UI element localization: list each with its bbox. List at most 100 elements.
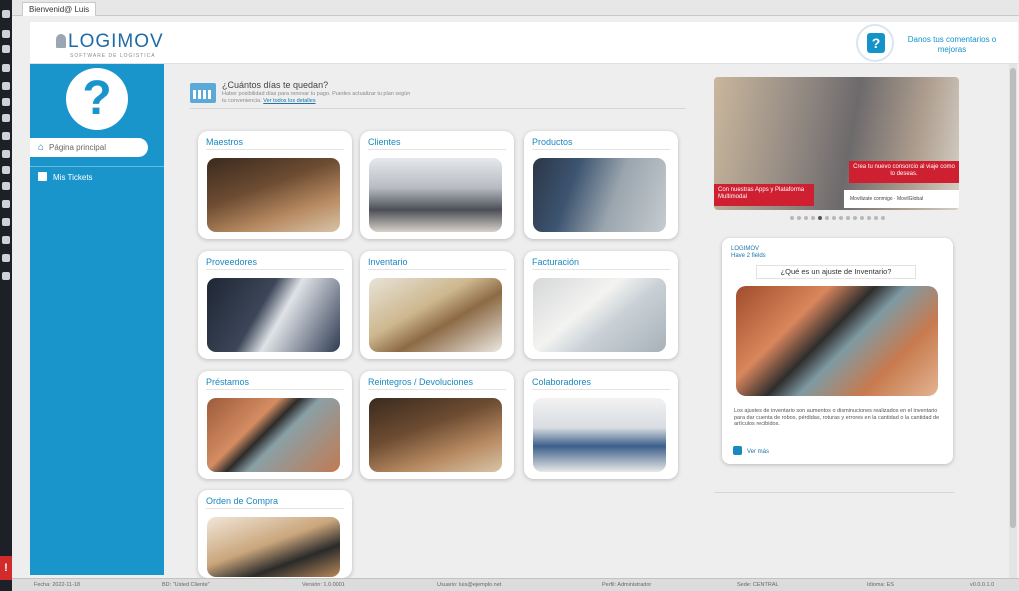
status-profile: Perfil: Administrador — [602, 582, 652, 588]
carousel-dot[interactable] — [853, 216, 857, 220]
menu-icon[interactable] — [2, 10, 10, 18]
carousel-dot[interactable] — [818, 216, 822, 220]
carousel-dot[interactable] — [874, 216, 878, 220]
carousel-dot[interactable] — [790, 216, 794, 220]
module-card-inventario[interactable]: Inventario — [360, 251, 514, 359]
card-title: Préstamos — [206, 377, 344, 390]
module-card-orden-compra[interactable]: Orden de Compra — [198, 490, 352, 578]
printer-icon[interactable] — [2, 200, 10, 208]
user-icon[interactable] — [2, 30, 10, 38]
card-title: Productos — [532, 137, 670, 150]
faq-card: LOGIMOV Have 2 fields ¿Qué es un ajuste d… — [722, 238, 953, 464]
logo[interactable]: LOGIMOV — [56, 31, 164, 53]
vertical-toolbar: ! — [0, 0, 12, 591]
sidebar-item-label: Mis Tickets — [53, 173, 93, 182]
card-image — [207, 398, 340, 472]
faq-brand-name: LOGIMOV — [731, 246, 760, 252]
module-card-productos[interactable]: Productos — [524, 131, 678, 239]
card-image — [533, 158, 666, 232]
flag-icon[interactable] — [2, 182, 10, 190]
carousel-dot[interactable] — [846, 216, 850, 220]
scrollbar-thumb[interactable] — [1010, 68, 1016, 528]
tools-icon[interactable] — [2, 218, 10, 226]
see-more-button[interactable]: Ver más — [733, 446, 769, 457]
module-card-prestamos[interactable]: Préstamos — [198, 371, 352, 479]
gear-icon[interactable] — [2, 132, 10, 140]
banner-footer: Movilizate conmigo · MovilGlobal — [844, 190, 959, 208]
question-icon: ? — [867, 33, 885, 53]
faq-title: ¿Qué es un ajuste de Inventario? — [756, 265, 916, 279]
feedback-link[interactable]: Danos tus comentarios o mejoras — [902, 35, 1002, 55]
notice-link[interactable]: Ver todos los detalles — [263, 98, 315, 104]
sidebar-item-tickets[interactable]: Mis Tickets — [38, 172, 93, 183]
help-button[interactable]: ? — [856, 24, 894, 62]
carousel-dot[interactable] — [860, 216, 864, 220]
card-title: Reintegros / Devoluciones — [368, 377, 506, 390]
faq-image — [736, 286, 938, 396]
logo-tagline: SOFTWARE DE LOGISTICA — [70, 53, 156, 59]
module-card-clientes[interactable]: Clientes — [360, 131, 514, 239]
status-language: Idioma: ES — [867, 582, 894, 588]
link-icon[interactable] — [2, 236, 10, 244]
notice-title: ¿Cuántos días te quedan? — [222, 80, 329, 90]
faq-brand-sub: Have 2 fields — [731, 253, 766, 259]
logo-mark-icon — [56, 34, 66, 48]
tab-strip: Bienvenid@ Luis — [12, 0, 1019, 16]
logo-text: LOGIMOV — [68, 31, 164, 52]
card-image — [207, 517, 340, 577]
avatar[interactable]: ? — [66, 68, 128, 130]
card-image — [207, 158, 340, 232]
home-icon[interactable] — [2, 45, 10, 53]
monitor-icon[interactable] — [2, 98, 10, 106]
sidebar-item-home[interactable]: ⌂ Página principal — [30, 138, 148, 157]
box-icon[interactable] — [2, 166, 10, 174]
divider — [30, 166, 164, 167]
info-icon[interactable] — [2, 254, 10, 262]
card-title: Facturación — [532, 257, 670, 270]
card-image — [369, 278, 502, 352]
carousel-dot[interactable] — [832, 216, 836, 220]
status-build: v0.0.0.1.0 — [970, 582, 995, 588]
carousel-dot[interactable] — [825, 216, 829, 220]
status-site: Sede: CENTRAL — [737, 582, 779, 588]
clock-icon[interactable] — [2, 150, 10, 158]
carousel-dot[interactable] — [811, 216, 815, 220]
carousel-dot[interactable] — [804, 216, 808, 220]
module-card-reintegros[interactable]: Reintegros / Devoluciones — [360, 371, 514, 479]
status-database: BD: "Usted Cliente" — [162, 582, 210, 588]
document-icon[interactable] — [2, 114, 10, 122]
card-image — [207, 278, 340, 352]
search-icon[interactable] — [2, 82, 10, 90]
carousel-dot[interactable] — [797, 216, 801, 220]
card-title: Inventario — [368, 257, 506, 270]
carousel-dot[interactable] — [839, 216, 843, 220]
scrollbar[interactable] — [1009, 64, 1017, 578]
card-image — [533, 398, 666, 472]
tab-welcome[interactable]: Bienvenid@ Luis — [22, 2, 97, 16]
app-window: ! Bienvenid@ Luis LOGIMOV SOFTWARE DE LO… — [0, 0, 1019, 591]
notice-body: Haber posibilidad días para renovar tu p… — [222, 91, 411, 104]
header: LOGIMOV SOFTWARE DE LOGISTICA ? Danos tu… — [30, 22, 1018, 64]
status-bar: Fecha: 2022-11-18 BD: "Usted Cliente" Ve… — [12, 578, 1019, 591]
promo-banner[interactable]: Crea tu nuevo consorcio al viaje como lo… — [714, 77, 959, 210]
module-card-facturacion[interactable]: Facturación — [524, 251, 678, 359]
card-image — [369, 158, 502, 232]
home-icon: ⌂ — [38, 142, 45, 153]
sidebar: ? ⌂ Página principal Mis Tickets — [30, 64, 164, 575]
alert-icon[interactable]: ! — [0, 556, 12, 580]
card-title: Orden de Compra — [206, 496, 344, 509]
status-user: Usuario: luis@ejemplo.net — [437, 582, 502, 588]
grid-icon[interactable] — [2, 64, 10, 72]
calendar-icon — [190, 83, 216, 103]
carousel-dot[interactable] — [867, 216, 871, 220]
notice-text: Haber posibilidad días para renovar tu p… — [222, 91, 412, 105]
see-more-label: Ver más — [747, 449, 770, 455]
module-card-colaboradores[interactable]: Colaboradores — [524, 371, 678, 479]
module-card-maestros[interactable]: Maestros — [198, 131, 352, 239]
power-icon[interactable] — [2, 272, 10, 280]
carousel-dots — [790, 216, 890, 222]
carousel-dot[interactable] — [881, 216, 885, 220]
ticket-icon — [38, 172, 47, 181]
faq-text: Los ajustes de inventario son aumentos o… — [734, 408, 940, 427]
module-card-proveedores[interactable]: Proveedores — [198, 251, 352, 359]
